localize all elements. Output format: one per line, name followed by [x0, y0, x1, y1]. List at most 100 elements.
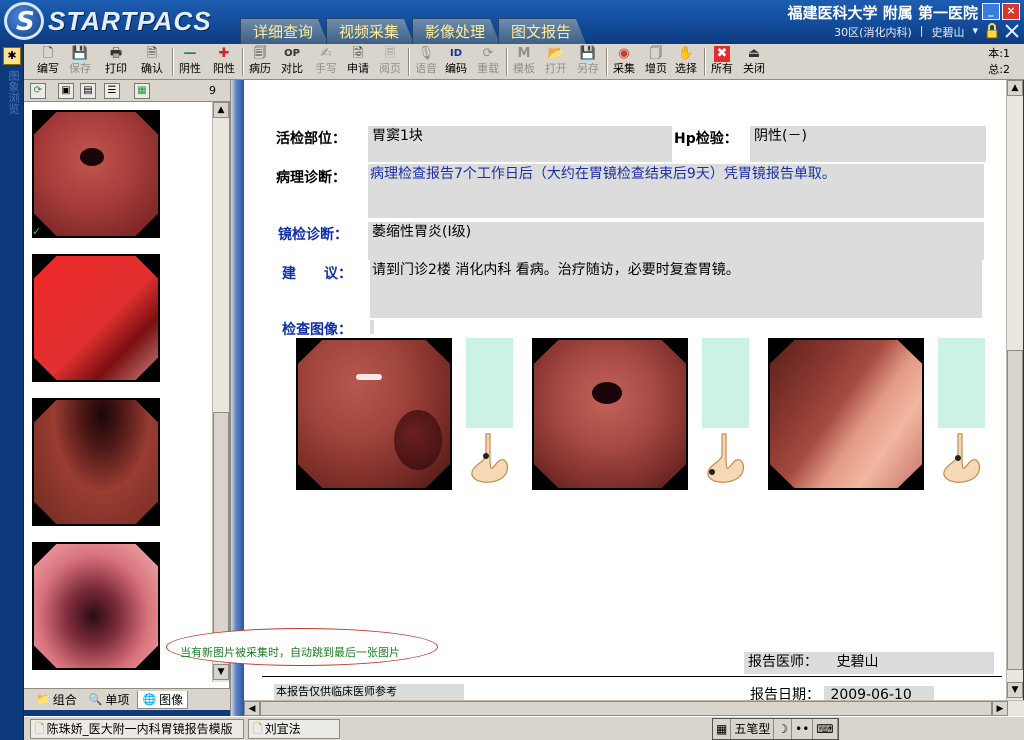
- positive-button[interactable]: ✚ 阳性: [208, 46, 240, 78]
- scrollbar-thumb[interactable]: [213, 412, 229, 652]
- report-date-value[interactable]: 2009-06-10: [824, 686, 935, 700]
- current-count: 本:1: [988, 47, 1010, 60]
- tab-video-capture[interactable]: 视频采集: [326, 18, 415, 44]
- endoscopy-field[interactable]: 萎缩性胃炎(I级): [368, 222, 984, 260]
- report-date-label: 报告日期：: [750, 687, 820, 700]
- tab-images[interactable]: 🌐 图像: [137, 691, 189, 709]
- report-doctor-value[interactable]: 史碧山: [836, 654, 878, 670]
- tab-image-processing[interactable]: 影像处理: [412, 18, 501, 44]
- save-button[interactable]: 💾 保存: [64, 46, 96, 78]
- exam-image-1[interactable]: [296, 338, 452, 490]
- history-button[interactable]: 🗐 病历: [244, 46, 276, 78]
- biopsy-site-field[interactable]: 胃窦1块: [368, 126, 672, 162]
- template-button[interactable]: M 模板: [508, 46, 540, 78]
- report-doctor-label: 报告医师：: [748, 654, 818, 670]
- confirm-doc-icon: 🗎: [146, 46, 158, 61]
- thumbnail-2[interactable]: [32, 254, 160, 382]
- confirm-button[interactable]: 🗎 确认: [136, 46, 168, 78]
- negative-button[interactable]: — 阴性: [174, 46, 206, 78]
- panel-splitter[interactable]: [230, 80, 244, 716]
- template-icon: M: [517, 46, 531, 61]
- stomach-location-icon: [471, 433, 509, 483]
- close-button[interactable]: ×: [1002, 3, 1020, 20]
- thumbnail-3[interactable]: [32, 398, 160, 526]
- capture-button[interactable]: ◉ 采集: [608, 46, 640, 78]
- reload-button[interactable]: ⟳ 重载: [472, 46, 504, 78]
- task-patient[interactable]: 🗋 刘宜法: [248, 719, 340, 739]
- user-dropdown-icon[interactable]: ▾: [972, 24, 978, 40]
- report-vertical-scrollbar[interactable]: ▲ ▼: [1006, 80, 1023, 700]
- report-doctor-row: 报告医师： 史碧山: [744, 652, 994, 674]
- ime-logo-icon[interactable]: ▦: [713, 719, 732, 739]
- tab-report[interactable]: 图文报告: [498, 18, 587, 44]
- report-date-row: 报告日期： 2009-06-10: [750, 684, 935, 700]
- user-name[interactable]: 史碧山: [931, 24, 964, 40]
- ime-mode[interactable]: 五笔型: [731, 719, 775, 739]
- grid-view-icon[interactable]: ▦: [134, 83, 150, 99]
- scroll-down-icon[interactable]: ▼: [213, 664, 229, 680]
- save-as-icon: 💾: [579, 46, 597, 61]
- add-page-button[interactable]: 🗍 增页: [640, 46, 672, 78]
- new-folder-icon[interactable]: ✱: [3, 47, 21, 65]
- image-note-box-1[interactable]: [466, 338, 513, 428]
- close-report-button[interactable]: ⏏ 关闭: [738, 46, 770, 78]
- hp-test-field[interactable]: 阴性(－): [750, 126, 986, 162]
- light-reflection: [356, 374, 382, 380]
- task-report-template[interactable]: 🗋 陈珠娇_医大附一内科胃镜报告模版: [30, 719, 244, 739]
- report-hscroll-thumb[interactable]: [260, 701, 992, 716]
- image-note-box-2[interactable]: [702, 338, 749, 428]
- report-toolbar: 🗋 编写 💾 保存 🖶 打印 🗎 确认 — 阴性 ✚ 阳性 🗐 病历 OP 对比 ✍ 手写 🗟 申请…: [24, 44, 1024, 80]
- list-icon[interactable]: ☰: [104, 83, 120, 99]
- pathology-field[interactable]: 病理检查报告7个工作日后（大约在胃镜检查结束后9天）凭胃镜报告单取。: [368, 164, 984, 218]
- code-button[interactable]: ID 编码: [440, 46, 472, 78]
- report-horizontal-scrollbar[interactable]: ◀ ▶: [244, 700, 1024, 716]
- refresh-icon[interactable]: ⟳: [30, 83, 46, 99]
- handwrite-button[interactable]: ✍ 手写: [310, 46, 342, 78]
- app-logo: S STARTPACS: [4, 2, 216, 40]
- open-button[interactable]: 📂 打开: [540, 46, 572, 78]
- hospital-name: 福建医科大学 附属 第一医院: [787, 4, 978, 22]
- lock-icon[interactable]: [984, 23, 1000, 40]
- thumbnail-count: 9: [209, 84, 216, 97]
- write-button[interactable]: 🗋 编写: [32, 46, 64, 78]
- tab-detail-query[interactable]: 详细查询: [240, 18, 329, 44]
- thumbnail-4[interactable]: [32, 542, 160, 670]
- compare-button[interactable]: OP 对比: [276, 46, 308, 78]
- punctuation-icon[interactable]: ••: [792, 719, 814, 739]
- view-page-button[interactable]: 🗏 阅页: [374, 46, 406, 78]
- advice-field[interactable]: 请到门诊2楼 消化内科 看病。治疗随访，必要时复查胃镜。: [370, 260, 982, 318]
- folder-icon: 📁: [36, 693, 50, 706]
- doc-icon[interactable]: ▤: [80, 83, 96, 99]
- thumbnail-1[interactable]: ✓: [32, 110, 160, 238]
- all-button[interactable]: ✖ 所有: [706, 46, 738, 78]
- save-as-button[interactable]: 💾 另存: [572, 46, 604, 78]
- report-scroll-up-icon[interactable]: ▲: [1007, 80, 1023, 96]
- tools-icon[interactable]: [1004, 23, 1020, 40]
- voice-button[interactable]: 🎙 语音: [410, 46, 442, 78]
- minimize-button[interactable]: _: [982, 3, 1000, 20]
- thumbnail-scrollbar[interactable]: ▲ ▼: [212, 102, 229, 682]
- apply-button[interactable]: 🗟 申请: [342, 46, 374, 78]
- logo-emblem-icon: S: [4, 2, 44, 40]
- soft-keyboard-icon[interactable]: ⌨: [813, 719, 838, 739]
- exam-image-3[interactable]: [768, 338, 924, 490]
- scroll-up-icon[interactable]: ▲: [213, 102, 229, 118]
- scroll-right-icon[interactable]: ▶: [992, 701, 1008, 716]
- half-width-icon[interactable]: ☽: [774, 719, 793, 739]
- exam-image-2[interactable]: [532, 338, 688, 490]
- tab-combination[interactable]: 📁 组合: [32, 691, 81, 709]
- select-button[interactable]: ✋ 选择: [670, 46, 702, 78]
- tab-single-item[interactable]: 🔍 单项: [85, 691, 134, 709]
- microphone-icon: 🎙: [417, 46, 435, 61]
- report-scroll-down-icon[interactable]: ▼: [1007, 682, 1023, 698]
- print-button[interactable]: 🖶 打印: [100, 46, 132, 78]
- report-scroll-thumb[interactable]: [1007, 350, 1023, 670]
- image-note-box-3[interactable]: [938, 338, 985, 428]
- pen-icon: ✍: [320, 46, 332, 61]
- image-edit-icon[interactable]: ▣: [58, 83, 74, 99]
- biopsy-site-label: 活检部位：: [276, 131, 346, 147]
- compare-icon: OP: [284, 48, 300, 59]
- scroll-left-icon[interactable]: ◀: [244, 701, 260, 716]
- thumbnail-tabs: 📁 组合 🔍 单项 🌐 图像: [24, 688, 230, 710]
- left-side-strip: ✱ 图象浏览: [0, 44, 24, 740]
